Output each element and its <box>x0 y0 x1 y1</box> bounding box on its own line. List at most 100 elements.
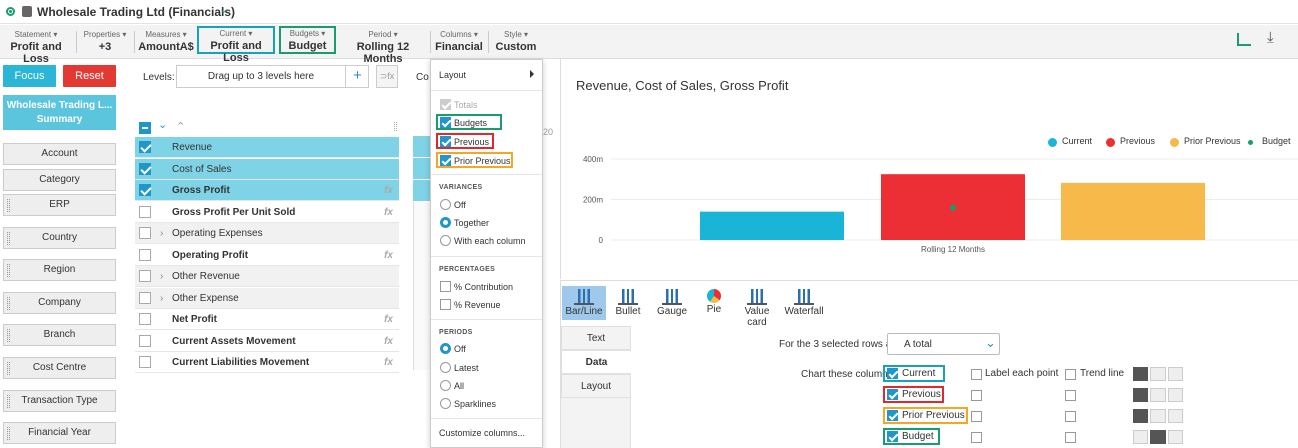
pct-revenue[interactable]: % Revenue <box>454 300 501 310</box>
tab-layout[interactable]: Layout <box>561 374 631 398</box>
label-point-checkbox[interactable] <box>971 369 982 380</box>
row-checkbox[interactable] <box>139 227 151 239</box>
series-style-toggle[interactable] <box>1133 409 1183 423</box>
previous-column-checkbox[interactable] <box>887 389 898 400</box>
focus-button[interactable]: Focus <box>3 65 56 87</box>
rows-as-select[interactable]: A total ⌄ <box>887 333 1000 355</box>
columns-selector[interactable]: Columns ▾ Financial <box>434 27 484 57</box>
trend-line-checkbox[interactable] <box>1065 369 1076 380</box>
drag-handle-icon[interactable] <box>7 427 10 440</box>
prior-previous-checkbox[interactable] <box>440 155 451 166</box>
dimension-transaction-type[interactable]: Transaction Type <box>3 390 116 412</box>
period-selector[interactable]: Period ▾ Rolling 12 Months <box>340 27 426 65</box>
reset-button[interactable]: Reset <box>63 65 116 87</box>
pct-revenue-checkbox[interactable] <box>440 299 451 310</box>
chart-type-gauge[interactable]: Gauge <box>650 286 694 320</box>
trend-line-checkbox[interactable] <box>1065 390 1076 401</box>
period-latest[interactable]: Latest <box>454 363 479 373</box>
prior-previous-column-checkbox[interactable] <box>887 410 898 421</box>
app-title[interactable]: Wholesale Trading Ltd (Financials) <box>37 5 235 19</box>
pct-contribution-checkbox[interactable] <box>440 281 451 292</box>
collapse-all-icon[interactable]: ⌃ <box>176 120 185 133</box>
period-all[interactable]: All <box>454 381 464 391</box>
table-row[interactable]: Net Profit fx <box>135 309 399 330</box>
drag-handle-icon[interactable] <box>394 122 397 131</box>
row-checkbox[interactable] <box>139 313 151 325</box>
chevron-right-icon[interactable]: › <box>160 266 163 287</box>
dimension-region[interactable]: Region <box>3 259 116 281</box>
table-row[interactable]: Cost of Sales <box>135 158 399 180</box>
dimension-branch[interactable]: Branch <box>3 324 116 346</box>
current-selector[interactable]: Current ▾ Profit and Loss <box>197 26 275 64</box>
series-style-toggle[interactable] <box>1133 430 1183 444</box>
chart-view-icon[interactable] <box>1237 33 1251 46</box>
dimension-company[interactable]: Company <box>3 292 116 314</box>
tab-data[interactable]: Data <box>561 350 631 374</box>
drag-handle-icon[interactable] <box>7 395 10 408</box>
period-off[interactable]: Off <box>454 344 466 354</box>
tab-text[interactable]: Text <box>561 326 631 350</box>
row-checkbox[interactable] <box>139 248 151 261</box>
chart-type-pie[interactable]: Pie <box>692 286 736 320</box>
table-row[interactable]: Current Assets Movement fx <box>135 331 399 352</box>
add-level-button[interactable]: + <box>345 66 369 87</box>
drag-handle-icon[interactable] <box>7 329 10 342</box>
label-point-checkbox[interactable] <box>971 432 982 443</box>
drag-handle-icon[interactable] <box>7 232 10 245</box>
chevron-right-icon[interactable]: › <box>160 223 163 244</box>
period-sparklines-radio[interactable] <box>440 398 451 409</box>
row-checkbox[interactable] <box>139 291 151 304</box>
table-row[interactable]: Revenue <box>135 137 399 158</box>
chevron-down-icon[interactable]: ⌄ <box>219 3 228 16</box>
table-row[interactable]: Gross Profit fx <box>135 180 399 201</box>
dimension-financial-year[interactable]: Financial Year <box>3 422 116 444</box>
table-row[interactable]: › Operating Expenses <box>135 223 399 244</box>
trend-line-checkbox[interactable] <box>1065 411 1076 422</box>
table-row[interactable]: › Other Revenue <box>135 266 399 287</box>
row-checkbox[interactable] <box>139 334 151 347</box>
chevron-right-icon[interactable]: › <box>160 288 163 309</box>
dimension-cost-centre[interactable]: Cost Centre <box>3 357 116 379</box>
previous-checkbox[interactable] <box>440 136 451 147</box>
period-off-radio[interactable] <box>440 343 451 354</box>
period-latest-radio[interactable] <box>440 362 451 373</box>
budgets-selector[interactable]: Budgets ▾ Budget <box>279 26 336 54</box>
menu-budgets[interactable]: Budgets <box>454 118 487 128</box>
drag-handle-icon[interactable] <box>7 264 10 277</box>
dimension-erp[interactable]: ERP <box>3 194 116 216</box>
properties-selector[interactable]: Properties ▾ +3 <box>80 27 130 57</box>
chart-type-waterfall[interactable]: Waterfall <box>782 286 826 320</box>
drag-handle-icon[interactable] <box>7 199 10 212</box>
variance-each-radio[interactable] <box>440 235 451 246</box>
chart-type-bar-line[interactable]: Bar/Line <box>562 286 606 320</box>
variance-each[interactable]: With each column <box>454 236 526 246</box>
table-row[interactable]: › Other Expense <box>135 287 399 309</box>
drag-handle-icon[interactable] <box>7 297 10 310</box>
dimension-category[interactable]: Category <box>3 169 116 191</box>
dimension-country[interactable]: Country <box>3 227 116 249</box>
chart-type-value-card[interactable]: Value card <box>735 286 779 328</box>
table-row[interactable]: Gross Profit Per Unit Sold fx <box>135 202 399 223</box>
summary-tile[interactable]: Wholesale Trading L... Summary <box>3 95 116 130</box>
style-selector[interactable]: Style ▾ Custom <box>492 27 540 57</box>
bar-current[interactable] <box>700 211 844 240</box>
row-checkbox[interactable] <box>139 162 151 175</box>
row-checkbox[interactable] <box>139 184 151 196</box>
row-checkbox[interactable] <box>139 270 151 282</box>
variance-off[interactable]: Off <box>454 200 466 210</box>
drag-handle-icon[interactable] <box>7 362 10 375</box>
download-icon[interactable]: ⤓ <box>1267 29 1274 46</box>
label-point-checkbox[interactable] <box>971 411 982 422</box>
budget-column-checkbox[interactable] <box>887 431 898 442</box>
pct-contribution[interactable]: % Contribution <box>454 282 513 292</box>
menu-previous[interactable]: Previous <box>454 137 489 147</box>
table-row[interactable]: Current Liabilities Movement fx <box>135 352 399 373</box>
series-style-toggle[interactable] <box>1133 388 1183 402</box>
formula-button[interactable]: ⊃fx <box>376 65 398 88</box>
budgets-checkbox[interactable] <box>440 117 451 128</box>
menu-layout[interactable]: Layout <box>439 70 466 80</box>
variance-together-radio[interactable] <box>440 217 451 228</box>
current-column-checkbox[interactable] <box>887 368 898 379</box>
bar-prior-previous[interactable] <box>1061 182 1205 240</box>
variance-off-radio[interactable] <box>440 199 451 210</box>
